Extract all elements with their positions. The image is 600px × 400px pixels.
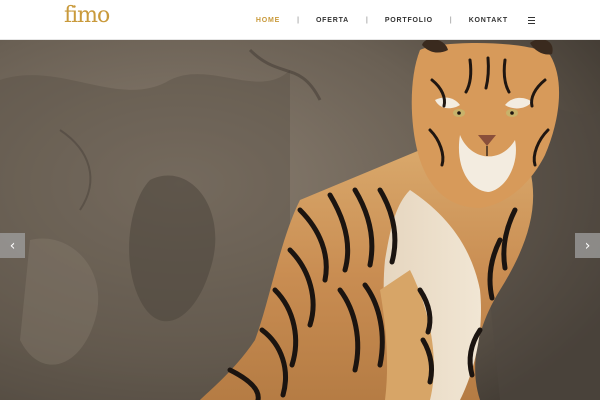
hero-slider: ‹ › — [0, 40, 600, 400]
nav-separator: | — [449, 16, 452, 24]
slider-next-arrow-icon[interactable]: › — [575, 233, 600, 258]
nav-separator: | — [366, 16, 368, 24]
main-navigation: HOME | OFERTA | PORTFOLIO | KONTAKT — [256, 0, 536, 40]
site-header: fimo HOME | OFERTA | PORTFOLIO | KONTAKT — [0, 0, 600, 40]
hamburger-menu-icon[interactable] — [528, 16, 536, 24]
nav-item-home[interactable]: HOME — [256, 17, 280, 24]
nav-separator: | — [297, 16, 299, 24]
logo-wordmark: fimo — [64, 3, 110, 28]
nav-item-kontakt[interactable]: KONTAKT — [469, 17, 508, 24]
nav-item-portfolio[interactable]: PORTFOLIO — [385, 17, 433, 24]
slider-prev-arrow-icon[interactable]: ‹ — [0, 233, 25, 258]
site-logo[interactable]: fimo — [64, 3, 110, 37]
tiger-on-rock-image — [0, 40, 600, 400]
nav-item-oferta[interactable]: OFERTA — [316, 17, 349, 24]
